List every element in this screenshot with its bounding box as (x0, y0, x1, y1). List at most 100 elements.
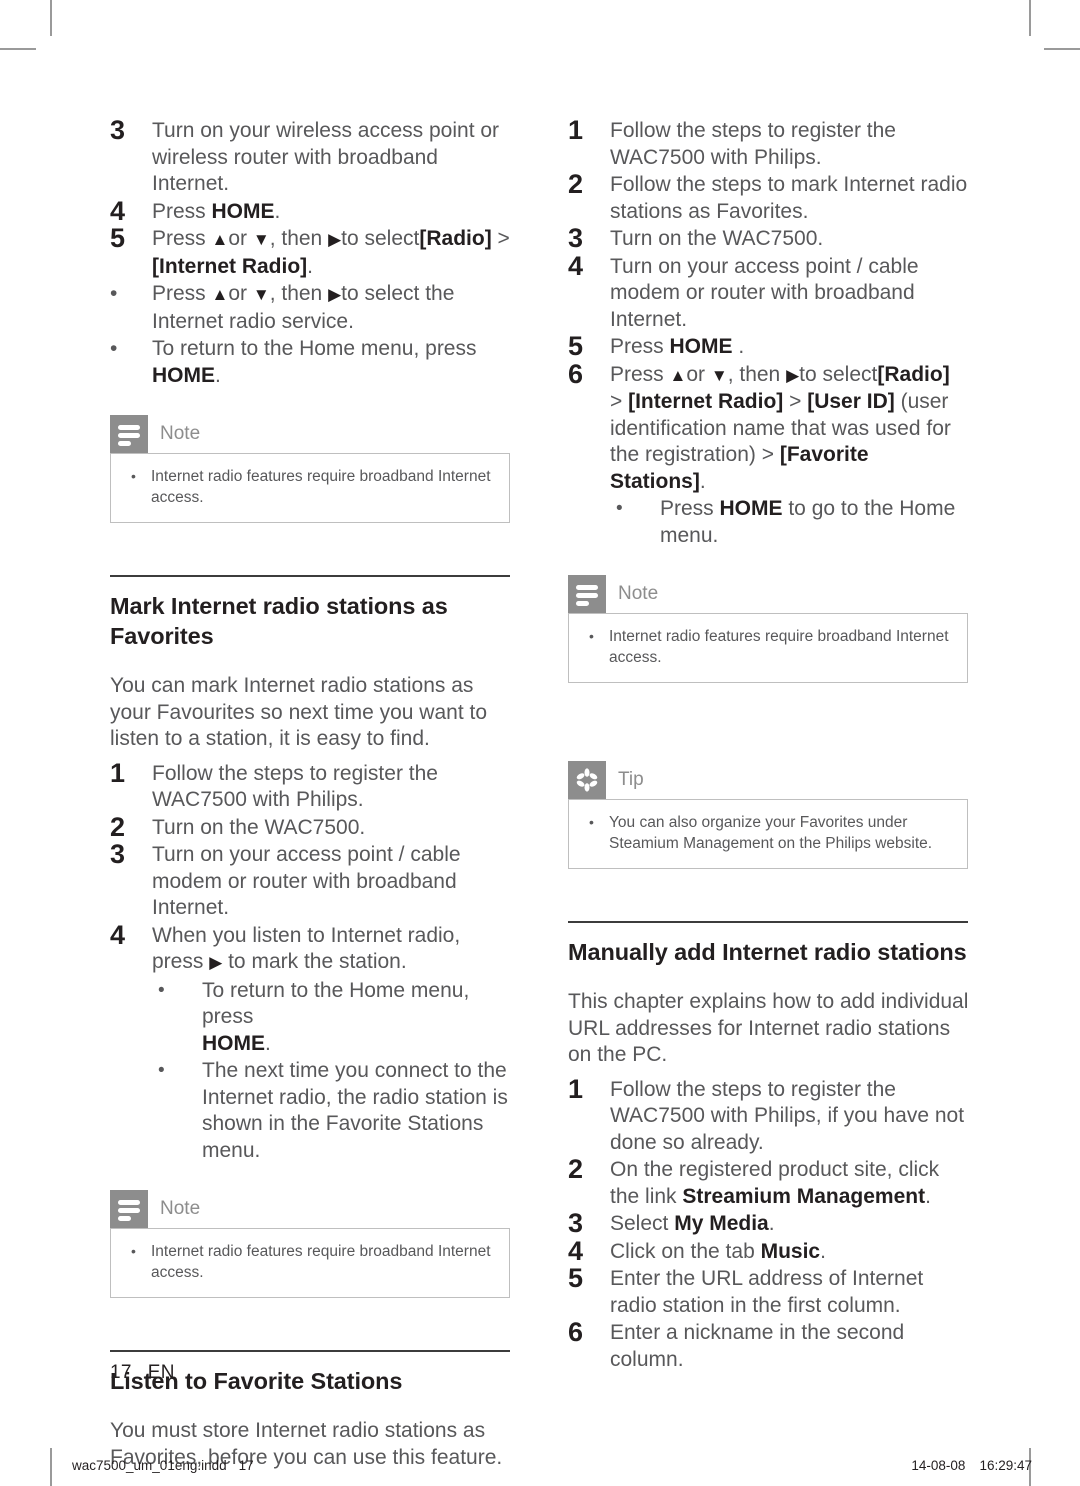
step-text: The next time you connect to the Interne… (202, 1059, 508, 1162)
menu-radio-label: [Radio] (877, 362, 950, 386)
crop-mark-top-right-horizontal (1044, 48, 1080, 50)
step-item: 1 Follow the steps to register the WAC75… (568, 1073, 970, 1157)
home-key-label: HOME (152, 363, 215, 387)
right-arrow-icon: ▶ (786, 365, 800, 385)
menu-favorite-stations-label: [Favorite Stations] (610, 443, 869, 493)
bullet-dot: • (131, 1243, 136, 1259)
note-lines-icon (110, 415, 148, 453)
step-item: 1 Follow the steps to register the WAC75… (110, 758, 512, 814)
note-callout-label: Note (618, 583, 659, 604)
manually-add-step-list: 1 Follow the steps to register the WAC75… (568, 1073, 970, 1374)
step-item: 4 Click on the tab Music. (568, 1236, 970, 1266)
note-callout-body: • Internet radio features require broadb… (110, 453, 510, 523)
step-item: 6 Enter a nickname in the second column. (568, 1317, 970, 1373)
step-text: Enter the URL address of Internet radio … (610, 1267, 924, 1317)
step-text: Press ▲or ▼, then ▶to select[Radio] > [In… (610, 362, 951, 493)
note-item-text: Internet radio features require broadban… (609, 628, 949, 666)
footer-page-number: 17 (238, 1458, 254, 1473)
step-item: 5 Enter the URL address of Internet radi… (568, 1263, 970, 1319)
step-text: Enter a nickname in the second column. (610, 1321, 905, 1371)
menu-user-id-label: [User ID] (807, 390, 895, 413)
step-marker: 3 (110, 115, 126, 145)
step-marker: 1 (568, 115, 584, 145)
step-item-sub-bullet: • Press HOME to go to the Home menu. (568, 496, 970, 549)
step-marker: 5 (568, 331, 584, 361)
step-marker: 3 (110, 839, 126, 869)
footer-timestamp: 14-08-08 16:29:47 (911, 1458, 1032, 1473)
page-number: 17 EN (110, 1362, 175, 1384)
step-marker: 1 (568, 1073, 584, 1104)
tip-callout-body: • You can also organize your Favorites u… (568, 799, 968, 869)
step-item: 2 Turn on the WAC7500. (110, 812, 512, 842)
down-arrow-icon: ▼ (252, 230, 270, 249)
streamium-management-link-label: Streamium Management (682, 1184, 926, 1208)
note-item-text: Internet radio features require broadban… (151, 1243, 491, 1281)
step-text: When you listen to Internet radio, press… (152, 923, 461, 974)
bullet-marker: • (616, 498, 623, 519)
bullet-marker: • (110, 282, 118, 305)
up-arrow-icon: ▲ (669, 365, 687, 385)
footer-date: 14-08-08 (911, 1458, 966, 1473)
bullet-dot: • (131, 468, 136, 484)
section-divider (110, 1350, 510, 1352)
step-marker: 3 (568, 1208, 584, 1238)
home-key-label: HOME (719, 497, 783, 520)
bullet-marker: • (158, 979, 165, 1001)
note-callout-body: • Internet radio features require broadb… (568, 613, 968, 683)
note-callout-header: Note (568, 575, 968, 613)
step-marker: 4 (110, 919, 126, 950)
menu-internet-radio-label: [Internet Radio] (628, 390, 784, 413)
step-text: Follow the steps to mark Internet radio … (610, 173, 968, 223)
step-item: 5 Press HOME . (568, 331, 970, 361)
crop-mark-bottom-left-vertical (50, 1448, 52, 1486)
section-divider (568, 921, 968, 923)
menu-internet-radio-label: [Internet Radio] (152, 254, 308, 278)
note-callout-2: Note • Internet radio features require b… (110, 1190, 510, 1298)
step-marker: 3 (568, 223, 584, 253)
right-arrow-icon: ▶ (328, 285, 342, 304)
step-item: 4 Turn on your access point / cable mode… (568, 251, 970, 334)
music-tab-label: Music (760, 1239, 821, 1263)
footer-time: 16:29:47 (979, 1458, 1032, 1473)
down-arrow-icon: ▼ (710, 365, 728, 385)
home-key-label: HOME (669, 335, 733, 358)
step-text: To return to the Home menu, press HOME. (152, 337, 477, 387)
step-item: 3 Turn on the WAC7500. (568, 223, 970, 253)
tip-item-text: You can also organize your Favorites und… (609, 814, 933, 852)
step-item-sub-bullet: • To return to the Home menu, press HOME. (110, 978, 512, 1058)
step-text: Follow the steps to register the WAC7500… (152, 761, 438, 812)
step-item: 3 Select My Media. (568, 1208, 970, 1238)
step-text: Click on the tab Music. (610, 1239, 826, 1263)
note-lines-icon (110, 1190, 148, 1228)
note-callout-header: Note (110, 1190, 510, 1228)
note-item: • Internet radio features require broadb… (125, 466, 495, 508)
step-marker: 5 (568, 1263, 584, 1293)
step-item-bullet: • To return to the Home menu, press HOME. (110, 336, 512, 389)
step-text: On the registered product site, click th… (610, 1158, 940, 1208)
section-mark-favorites: Mark Internet radio stations as Favorite… (110, 575, 512, 1164)
my-media-label: My Media (674, 1212, 769, 1235)
footer-file-info: wac7500_um_01eng.indd 17 (72, 1458, 254, 1473)
manual-page: 3 Turn on your wireless access point or … (0, 0, 1080, 1486)
step-marker: 6 (568, 358, 584, 389)
up-arrow-icon: ▲ (211, 230, 229, 249)
note-callout-1: Note • Internet radio features require b… (110, 415, 510, 523)
section-manually-add: Manually add Internet radio stations Thi… (568, 921, 970, 1373)
up-arrow-icon: ▲ (211, 285, 229, 304)
page-title: Mark Internet radio stations as Favorite… (110, 593, 448, 649)
step-text: Follow the steps to register the WAC7500… (610, 1077, 965, 1154)
step-item: 6 Press ▲or ▼, then ▶to select[Radio] > [… (568, 358, 970, 496)
step-text: To return to the Home menu, press HOME. (202, 978, 470, 1055)
step-text: Turn on your access point / cable modem … (152, 843, 461, 919)
page-number-value: 17 (110, 1362, 132, 1383)
bullet-marker: • (158, 1060, 165, 1081)
step-marker: 2 (568, 169, 584, 199)
tip-item: • You can also organize your Favorites u… (583, 812, 953, 854)
step-item: 3 Turn on your wireless access point or … (110, 115, 512, 198)
left-column: 3 Turn on your wireless access point or … (110, 115, 512, 1479)
step-text: Turn on your access point / cable modem … (610, 254, 919, 331)
crop-mark-top-left-vertical (50, 0, 52, 36)
bullet-dot: • (589, 628, 594, 644)
step-item: 5 Press ▲or ▼, then ▶to select[Radio] > … (110, 223, 512, 280)
down-arrow-icon: ▼ (252, 285, 270, 304)
